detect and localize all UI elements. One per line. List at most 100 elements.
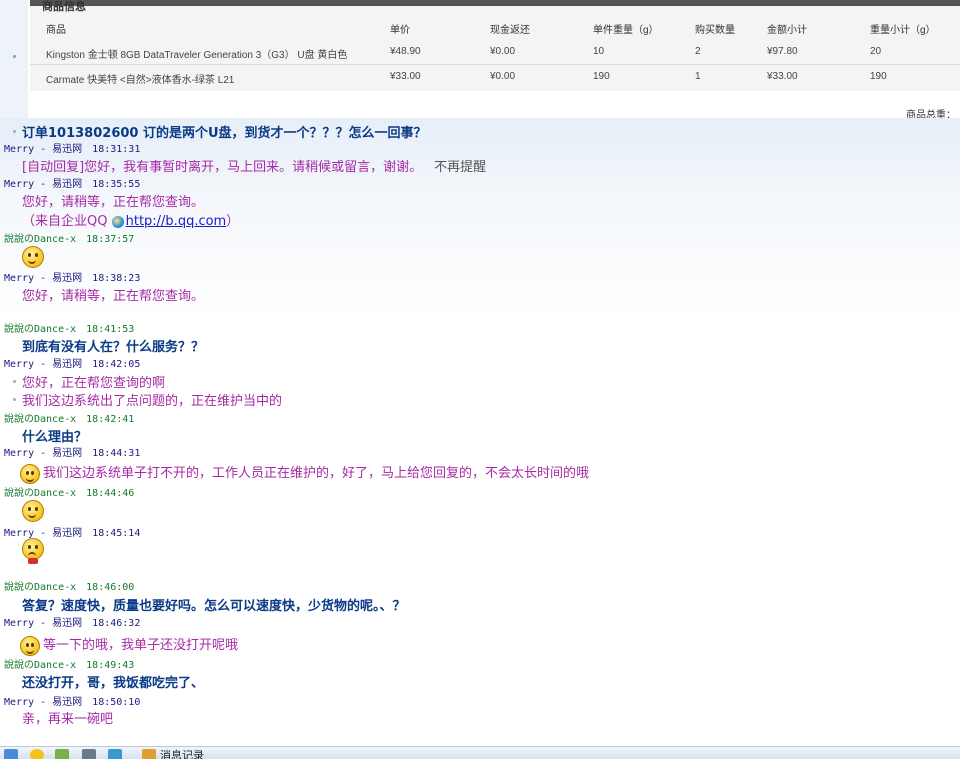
sender-name[interactable]: Merry - 易迅网 — [4, 144, 82, 155]
sender-name[interactable]: Merry - 易迅网 — [4, 697, 82, 708]
message-time: 18:50:10 — [92, 697, 141, 708]
message-text: 您好，请稍等，正在帮您查询。 — [22, 195, 205, 210]
bow-icon — [28, 558, 38, 564]
agent-message: （来自企业QQ http://b.qq.com） — [22, 210, 239, 229]
message-sender[interactable]: Merry - 易迅网 18:44:31 — [4, 444, 140, 459]
message-sender[interactable]: 說說のDance-x 18:46:00 — [4, 578, 134, 593]
message-text: 亲，再来一碗吧 — [22, 712, 114, 727]
message-text: 我们这边系统单子打不开的，工作人员正在维护的，好了，马上给您回复的，不会太长时间… — [43, 466, 590, 481]
column-header: 商品 — [46, 25, 66, 36]
sender-name[interactable]: 說說のDance-x — [4, 414, 76, 425]
sender-name[interactable]: 說說のDance-x — [4, 324, 76, 335]
order-panel: 商品信息 商品 单价 现金返还 单件重量（g） 购买数量 金额小计 重量小计（g… — [0, 0, 960, 118]
message-time: 18:37:57 — [86, 234, 135, 245]
bullet-dot — [13, 380, 16, 383]
customer-message: 到底有没有人在？什么服务？？ — [22, 336, 204, 355]
message-text: 到底有没有人在？什么服务？？ — [22, 340, 205, 355]
customer-message: 答复？速度快，质量也要好吗。怎么可以速度快，少货物的呢。、？ — [22, 595, 406, 614]
unit-weight: 190 — [593, 71, 610, 82]
subtotal: ¥97.80 — [767, 46, 798, 57]
agent-message: [自动回复]您好，我有事暂时离开，马上回来。请稍候或留言，谢谢。 不再提醒 — [22, 156, 486, 175]
unit-weight: 10 — [593, 46, 605, 57]
column-header: 金额小计 — [767, 25, 807, 36]
agent-message: 亲，再来一碗吧 — [22, 708, 113, 727]
message-sender[interactable]: Merry - 易迅网 18:42:05 — [4, 355, 140, 370]
bullet-dot — [13, 130, 16, 133]
product-name[interactable]: Kingston 金士顿 8GB DataTraveler Generation… — [46, 46, 347, 61]
message-sender[interactable]: 說說のDance-x 18:49:43 — [4, 656, 134, 671]
message-sender[interactable]: 說說のDance-x 18:37:57 — [4, 230, 134, 245]
message-time: 18:31:31 — [92, 144, 141, 155]
table-header-row: 商品 单价 现金返还 单件重量（g） 购买数量 金额小计 重量小计（g） — [30, 14, 960, 39]
message-time: 18:49:43 — [86, 660, 135, 671]
history-button[interactable]: 消息记录 — [160, 747, 204, 759]
qq-icon — [111, 215, 124, 228]
message-time: 18:35:55 — [92, 179, 141, 190]
sender-name[interactable]: Merry - 易迅网 — [4, 179, 82, 190]
message-time: 18:44:46 — [86, 488, 135, 499]
cashback: ¥0.00 — [490, 71, 516, 82]
message-sender[interactable]: 說說のDance-x 18:41:53 — [4, 320, 134, 335]
product-name[interactable]: Carmate 快美特 <自然>液体香水-绿茶 L21 — [46, 71, 234, 86]
order-table: 商品信息 商品 单价 现金返还 单件重量（g） 购买数量 金额小计 重量小计（g… — [30, 0, 960, 91]
table-row: Carmate 快美特 <自然>液体香水-绿茶 L21 ¥33.00 ¥0.00… — [30, 64, 960, 89]
message-text: 等一下的哦，我单子还没打开呢哦 — [43, 638, 239, 653]
sad-bow-emoticon-icon — [22, 538, 44, 560]
customer-message: 还没打开，哥，我饭都吃完了、 — [22, 672, 204, 691]
message-text: 什么理由？ — [22, 430, 88, 445]
column-header: 单件重量（g） — [593, 25, 659, 36]
agent-message: 您好，正在帮您查询的啊 — [22, 372, 165, 391]
message-sender[interactable]: Merry - 易迅网 18:31:31 — [4, 140, 140, 155]
sender-name[interactable]: 說說のDance-x — [4, 488, 76, 499]
sender-name[interactable]: 說說のDance-x — [4, 234, 76, 245]
sender-name[interactable]: 說說のDance-x — [4, 582, 76, 593]
column-header: 现金返还 — [490, 25, 530, 36]
message-time: 18:42:41 — [86, 414, 135, 425]
message-text: （来自企业QQ — [22, 214, 112, 229]
message-sender[interactable]: Merry - 易迅网 18:46:32 — [4, 614, 140, 629]
wink-emoticon-icon — [20, 463, 40, 484]
customer-message: 什么理由？ — [22, 426, 87, 445]
message-sender[interactable]: Merry - 易迅网 18:35:55 — [4, 175, 140, 190]
chat-log[interactable]: 订单1013802600 订的是两个U盘，到货才一个？？？怎么一回事？ Merry… — [0, 118, 960, 746]
sender-name[interactable]: Merry - 易迅网 — [4, 359, 82, 370]
message-sender[interactable]: Merry - 易迅网 18:45:14 — [4, 524, 140, 539]
qq-link[interactable]: http://b.qq.com — [126, 214, 227, 229]
message-sender[interactable]: Merry - 易迅网 18:38:23 — [4, 269, 140, 284]
unit-price: ¥33.00 — [390, 71, 421, 82]
emoticon-message — [22, 500, 44, 522]
agent-message: 我们这边系统出了点问题的，正在维护当中的 — [22, 390, 282, 409]
message-text: 还没打开，哥，我饭都吃完了、 — [22, 676, 205, 691]
weight-subtotal: 20 — [870, 46, 882, 57]
sender-name[interactable]: 說說のDance-x — [4, 660, 76, 671]
shocked-emoticon-icon — [22, 500, 44, 522]
quantity: 2 — [695, 46, 701, 57]
sidebar-strip — [0, 0, 28, 118]
message-text: 订单1013802600 订的是两个U盘，到货才一个？？？怎么一回事？ — [22, 126, 427, 141]
message-text: 您好，请稍等，正在帮您查询。 — [22, 289, 205, 304]
agent-message: 我们这边系统单子打不开的，工作人员正在维护的，好了，马上给您回复的，不会太长时间… — [20, 462, 590, 484]
agent-message: 您好，请稍等，正在帮您查询。 — [22, 285, 204, 304]
message-text: 您好，正在帮您查询的啊 — [22, 376, 166, 391]
table-row: Kingston 金士顿 8GB DataTraveler Generation… — [30, 39, 960, 65]
sender-name[interactable]: Merry - 易迅网 — [4, 618, 82, 629]
message-text: 我们这边系统出了点问题的，正在维护当中的 — [22, 394, 283, 409]
bullet-dot — [13, 398, 16, 401]
message-text: [自动回复]您好，我有事暂时离开，马上回来。请稍候或留言，谢谢。 — [22, 160, 423, 175]
message-sender[interactable]: 說說のDance-x 18:42:41 — [4, 410, 134, 425]
message-time: 18:46:00 — [86, 582, 135, 593]
sender-name[interactable]: Merry - 易迅网 — [4, 273, 82, 284]
agent-message: 等一下的哦，我单子还没打开呢哦 — [20, 634, 239, 656]
message-text: 答复？速度快，质量也要好吗。怎么可以速度快，少货物的呢。、？ — [22, 599, 406, 614]
column-header: 购买数量 — [695, 25, 735, 36]
message-sender[interactable]: Merry - 易迅网 18:50:10 — [4, 693, 140, 708]
subtotal: ¥33.00 — [767, 71, 798, 82]
message-time: 18:45:14 — [92, 528, 141, 539]
sender-name[interactable]: Merry - 易迅网 — [4, 448, 82, 459]
column-header: 单价 — [390, 25, 410, 36]
emoticon-message — [22, 538, 44, 564]
message-suffix: ） — [226, 214, 240, 229]
column-header: 重量小计（g） — [870, 25, 936, 36]
dismiss-auto-reply-link[interactable]: 不再提醒 — [434, 160, 486, 175]
message-sender[interactable]: 說說のDance-x 18:44:46 — [4, 484, 134, 499]
